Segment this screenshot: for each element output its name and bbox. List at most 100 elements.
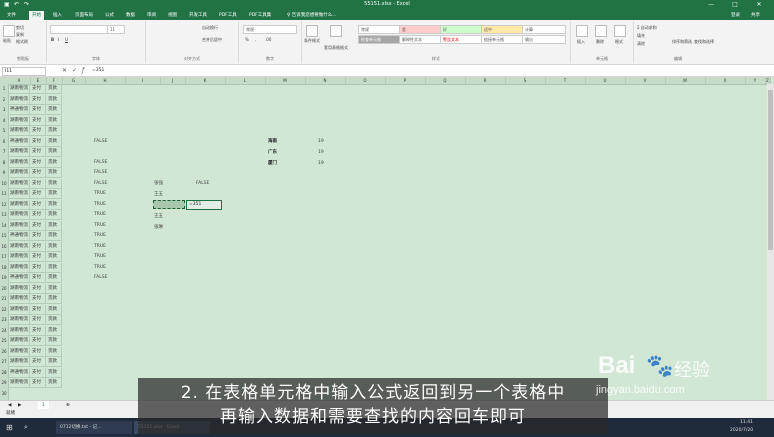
search-icon[interactable]: ⌕ <box>24 421 28 434</box>
column-header[interactable]: V <box>625 77 666 84</box>
wrap-text-button[interactable]: 自动换行 <box>202 25 218 31</box>
column-header[interactable]: G <box>62 77 86 84</box>
italic-button[interactable]: I <box>58 37 59 42</box>
table-cell[interactable]: 湖南物流 <box>8 84 30 94</box>
boolean-cell[interactable]: FALSE <box>94 158 107 168</box>
table-cell[interactable]: 湖南物流 <box>8 315 30 325</box>
style-linked-cell[interactable]: 链接单元格 <box>481 35 525 44</box>
table-cell[interactable]: 货款 <box>46 325 62 336</box>
cut-button[interactable]: 剪切 <box>16 25 24 31</box>
comma-button[interactable]: , <box>255 37 256 42</box>
conditional-format-button[interactable]: 条件格式 <box>304 38 320 44</box>
boolean-cell[interactable]: FALSE <box>94 179 107 189</box>
cancel-icon[interactable]: ✕ <box>62 67 67 74</box>
row-header[interactable]: 27 <box>0 357 8 367</box>
column-header[interactable]: E <box>30 77 47 84</box>
table-cell[interactable]: 货款 <box>46 105 62 115</box>
table-cell[interactable]: 湖南物流 <box>8 94 30 105</box>
table-cell[interactable]: 货款 <box>46 199 62 210</box>
column-header[interactable]: O <box>345 77 386 84</box>
row-header[interactable]: 23 <box>0 315 8 325</box>
column-header[interactable]: H <box>85 77 126 84</box>
table-cell[interactable]: 货款 <box>46 283 62 294</box>
row-header[interactable]: 29 <box>0 378 8 388</box>
table-cell[interactable]: 湖南物流 <box>8 283 30 294</box>
boolean-cell[interactable]: TRUE <box>94 263 106 273</box>
table-cell[interactable]: 货款 <box>46 136 62 147</box>
column-header[interactable]: T <box>545 77 586 84</box>
table-cell[interactable]: 货款 <box>46 84 62 94</box>
delete-cells-icon[interactable] <box>595 25 607 37</box>
province-value-cell[interactable]: 19 <box>318 137 324 147</box>
tab-developer[interactable]: 开发工具 <box>186 11 210 20</box>
table-cell[interactable]: 支付 <box>30 220 46 231</box>
row-header[interactable]: 2 <box>0 95 8 105</box>
row-header[interactable]: 25 <box>0 336 8 346</box>
table-cell[interactable]: 支付 <box>30 94 46 105</box>
table-cell[interactable]: 湖南物流 <box>8 147 30 157</box>
percent-button[interactable]: % <box>245 37 249 42</box>
boolean-cell[interactable]: TRUE <box>94 221 106 231</box>
row-header[interactable]: 15 <box>0 231 8 241</box>
table-cell[interactable]: 货款 <box>46 147 62 157</box>
table-cell[interactable]: 货款 <box>46 220 62 231</box>
maximize-button[interactable]: □ <box>724 0 746 10</box>
table-cell[interactable]: 湖南物流 <box>8 336 30 346</box>
paste-icon[interactable] <box>3 25 15 37</box>
table-cell[interactable]: 神通物流 <box>8 231 30 241</box>
table-cell[interactable]: 货款 <box>46 346 62 357</box>
table-cell[interactable]: 支付 <box>30 147 46 157</box>
row-header[interactable]: 9 <box>0 168 8 178</box>
table-cell[interactable]: 支付 <box>30 199 46 210</box>
table-cell[interactable]: 湖南物流 <box>8 199 30 210</box>
column-header[interactable]: K <box>185 77 226 84</box>
name-cell[interactable]: 张琳 <box>154 223 163 233</box>
autosum-button[interactable]: Σ 自动求和 <box>637 25 657 31</box>
row-header[interactable]: 4 <box>0 116 8 126</box>
row-header[interactable]: 14 <box>0 221 8 231</box>
tab-view[interactable]: 视图 <box>165 11 180 20</box>
column-header[interactable]: Y <box>745 77 766 84</box>
table-cell[interactable]: 支付 <box>30 294 46 304</box>
style-explanatory[interactable]: 解释性文本 <box>399 35 443 44</box>
table-cell[interactable]: 货款 <box>46 210 62 220</box>
table-cell[interactable]: 湖南物流 <box>8 304 30 315</box>
row-header[interactable]: 28 <box>0 368 8 378</box>
table-cell[interactable]: 支付 <box>30 315 46 325</box>
scrollbar-thumb[interactable] <box>768 90 773 250</box>
name-cell[interactable]: 王五 <box>154 212 163 222</box>
style-good[interactable]: 好 <box>440 25 484 34</box>
row-header[interactable]: 26 <box>0 347 8 357</box>
table-cell[interactable]: 湖南物流 <box>8 294 30 304</box>
tell-me-search[interactable]: ♀ 告诉我您想要做什么... <box>284 11 340 20</box>
province-value-cell[interactable]: 19 <box>318 148 324 158</box>
boolean-cell[interactable]: TRUE <box>94 189 106 199</box>
formula-input[interactable]: =351 <box>92 67 764 74</box>
table-cell[interactable]: 货款 <box>46 252 62 262</box>
column-header[interactable]: M <box>265 77 306 84</box>
table-cell[interactable]: 支付 <box>30 84 46 94</box>
table-cell[interactable]: 货款 <box>46 304 62 315</box>
column-header[interactable]: X <box>705 77 746 84</box>
column-header[interactable]: Q <box>425 77 466 84</box>
boolean-cell[interactable]: TRUE <box>94 210 106 220</box>
table-cell[interactable]: 支付 <box>30 178 46 189</box>
name-cell[interactable]: 张强 <box>154 179 163 189</box>
table-cell[interactable]: 支付 <box>30 136 46 147</box>
conditional-format-icon[interactable] <box>306 25 318 37</box>
sort-filter-button[interactable]: 排序和筛选 <box>672 39 692 45</box>
tab-file[interactable]: 文件 <box>4 11 19 20</box>
format-table-button[interactable]: 套用表格格式 <box>324 45 348 51</box>
style-warning[interactable]: 警告文本 <box>440 35 484 44</box>
column-header[interactable]: W <box>665 77 706 84</box>
windows-start-icon[interactable]: ⊞ <box>6 421 13 434</box>
merge-center-button[interactable]: 合并后居中 <box>202 37 222 43</box>
table-cell[interactable]: 湖南物流 <box>8 357 30 367</box>
row-header[interactable]: 1 <box>0 84 8 94</box>
table-cell[interactable]: 货款 <box>46 367 62 378</box>
underline-button[interactable]: U <box>65 37 68 42</box>
name-box[interactable]: I11 <box>2 67 46 76</box>
table-cell[interactable]: 支付 <box>30 304 46 315</box>
row-header[interactable]: 21 <box>0 294 8 304</box>
style-calc[interactable]: 计算 <box>522 25 566 34</box>
